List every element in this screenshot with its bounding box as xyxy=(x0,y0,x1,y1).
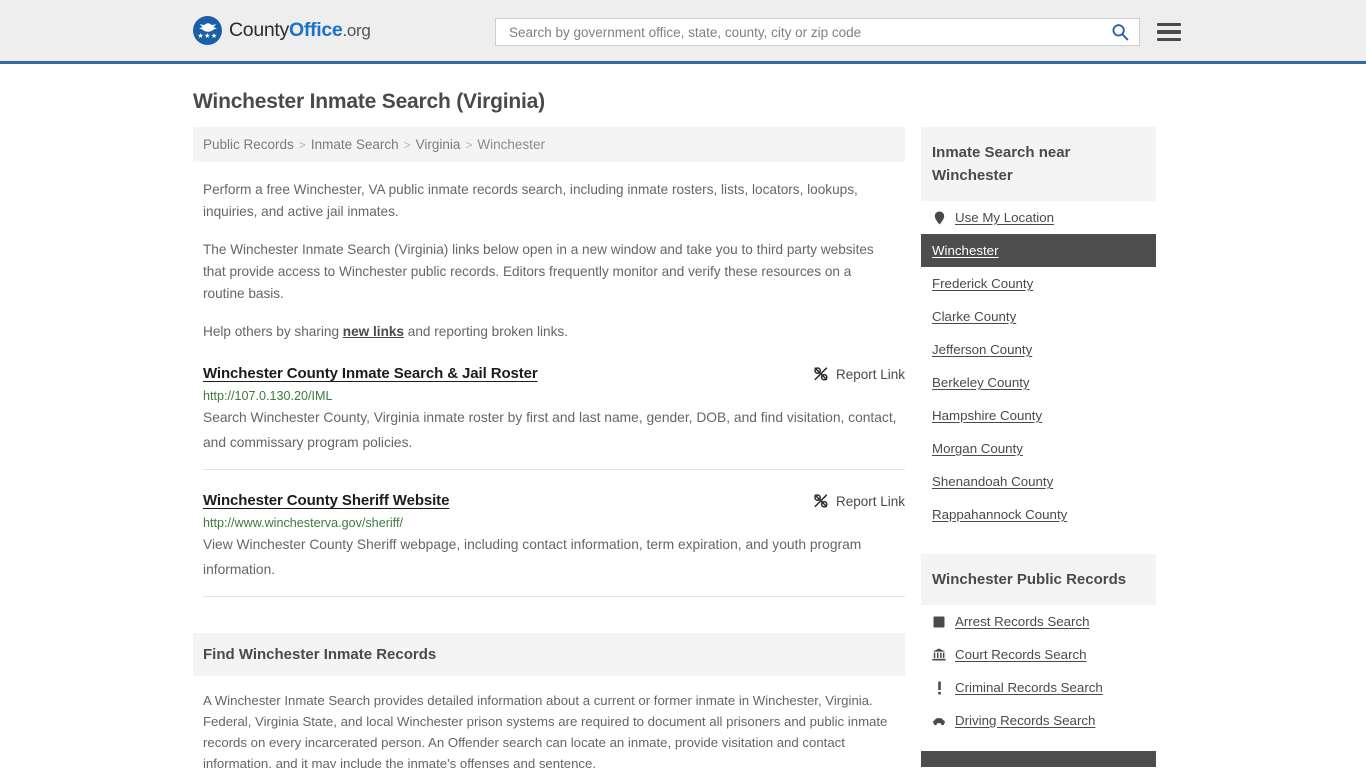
hamburger-menu-icon[interactable] xyxy=(1157,22,1181,42)
breadcrumb-separator: > xyxy=(298,138,306,152)
sidebar-link[interactable]: Criminal Records Search xyxy=(955,680,1103,695)
exclamation-mark-icon xyxy=(932,681,946,695)
sidebar-link[interactable]: Frederick County xyxy=(932,276,1033,291)
sidebar-link[interactable]: Rappahannock County xyxy=(932,507,1067,522)
sidebar-link[interactable]: Arrest Records Search xyxy=(955,614,1090,629)
three-stars-icon: ★★★ xyxy=(197,32,218,40)
new-links-link[interactable]: new links xyxy=(343,324,404,339)
page-container: Winchester Inmate Search (Virginia) Publ… xyxy=(0,90,1366,768)
intro-paragraph-3: Help others by sharing new links and rep… xyxy=(203,321,895,343)
breadcrumb-separator: > xyxy=(465,138,473,152)
header-search-area xyxy=(495,18,1181,46)
find-records-body: A Winchester Inmate Search provides deta… xyxy=(193,690,905,768)
hamburger-bar xyxy=(1157,30,1181,34)
hamburger-bar xyxy=(1157,22,1181,27)
find-records-paragraph: A Winchester Inmate Search provides deta… xyxy=(203,693,888,768)
result-item: Winchester County Sheriff Website Report… xyxy=(203,492,905,597)
sidebar-item-rappahannock-county[interactable]: Rappahannock County xyxy=(921,498,1156,531)
search-button[interactable] xyxy=(1109,21,1131,43)
site-logo[interactable]: ★★★ CountyOffice.org xyxy=(193,0,371,63)
sidebar-item-court-records[interactable]: Court Records Search xyxy=(921,638,1156,671)
sidebar-item-frederick-county[interactable]: Frederick County xyxy=(921,267,1156,300)
sidebar-nearby-list: Use My Location Winchester Frederick Cou… xyxy=(921,201,1156,531)
result-header: Winchester County Inmate Search & Jail R… xyxy=(203,365,905,382)
logo-wordmark: CountyOffice.org xyxy=(229,19,371,42)
intro-paragraph-1: Perform a free Winchester, VA public inm… xyxy=(203,182,858,219)
result-item: Winchester County Inmate Search & Jail R… xyxy=(203,365,905,470)
logo-text-office: Office xyxy=(289,19,343,41)
eagle-icon xyxy=(198,23,217,32)
sidebar-link[interactable]: Shenandoah County xyxy=(932,474,1053,489)
sidebar-link[interactable]: Berkeley County xyxy=(932,375,1030,390)
sidebar-link[interactable]: Hampshire County xyxy=(932,408,1042,423)
result-description: Search Winchester County, Virginia inmat… xyxy=(203,410,897,450)
breadcrumb-item-winchester: Winchester xyxy=(477,137,545,152)
sidebar-bottom-panel[interactable] xyxy=(921,751,1156,767)
result-title-link[interactable]: Winchester County Sheriff Website xyxy=(203,492,449,509)
map-pin-icon xyxy=(932,211,946,225)
car-icon xyxy=(932,714,946,728)
sidebar-link[interactable]: Jefferson County xyxy=(932,342,1032,357)
courthouse-bank-icon xyxy=(932,648,946,662)
result-url: http://107.0.130.20/IML xyxy=(203,389,333,403)
sidebar-item-winchester[interactable]: Winchester xyxy=(921,234,1156,267)
breadcrumb-item-inmate-search[interactable]: Inmate Search xyxy=(311,137,399,152)
sidebar-public-records-list: Arrest Records Search Court Records Sear… xyxy=(921,605,1156,737)
report-link-label: Report Link xyxy=(835,493,905,509)
sidebar: Inmate Search near Winchester Use My Loc… xyxy=(921,127,1156,767)
content-columns: Public Records > Inmate Search > Virginia > Wi… xyxy=(193,127,1176,768)
site-header: ★★★ CountyOffice.org xyxy=(0,0,1366,64)
sidebar-link[interactable]: Use My Location xyxy=(955,210,1054,225)
sidebar-link[interactable]: Clarke County xyxy=(932,309,1016,324)
sidebar-link[interactable]: Driving Records Search xyxy=(955,713,1095,728)
search-input[interactable] xyxy=(507,19,1109,45)
search-box[interactable] xyxy=(495,18,1140,46)
sidebar-item-driving-records[interactable]: Driving Records Search xyxy=(921,704,1156,737)
sidebar-link[interactable]: Morgan County xyxy=(932,441,1023,456)
report-link-button[interactable]: Report Link xyxy=(813,492,905,509)
intro-paragraph-2: The Winchester Inmate Search (Virginia) … xyxy=(203,242,874,301)
sidebar-item-criminal-records[interactable]: Criminal Records Search xyxy=(921,671,1156,704)
intro-text: Perform a free Winchester, VA public inm… xyxy=(193,179,905,343)
broken-link-icon xyxy=(814,367,828,381)
intro-share-suffix: and reporting broken links. xyxy=(404,324,568,339)
main-column: Public Records > Inmate Search > Virginia > Wi… xyxy=(193,127,905,768)
report-link-button[interactable]: Report Link xyxy=(813,365,905,382)
breadcrumb-item-virginia[interactable]: Virginia xyxy=(416,137,461,152)
breadcrumb: Public Records > Inmate Search > Virginia > Wi… xyxy=(193,127,905,162)
report-link-label: Report Link xyxy=(835,366,905,382)
logo-text-county: County xyxy=(229,19,289,41)
page-title: Winchester Inmate Search (Virginia) xyxy=(193,90,545,113)
broken-link-icon xyxy=(814,494,828,508)
sidebar-item-use-my-location[interactable]: Use My Location xyxy=(921,201,1156,234)
breadcrumb-separator: > xyxy=(403,138,411,152)
result-header: Winchester County Sheriff Website Report… xyxy=(203,492,905,509)
sidebar-item-hampshire-county[interactable]: Hampshire County xyxy=(921,399,1156,432)
intro-share-prefix: Help others by sharing xyxy=(203,324,343,339)
sidebar-link[interactable]: Court Records Search xyxy=(955,647,1087,662)
eagle-stars-seal-icon: ★★★ xyxy=(193,16,222,45)
breadcrumb-item-public-records[interactable]: Public Records xyxy=(203,137,294,152)
result-url: http://www.winchesterva.gov/sheriff/ xyxy=(203,516,403,530)
search-icon xyxy=(1112,24,1129,41)
sidebar-nearby-heading: Inmate Search near Winchester xyxy=(921,127,1156,201)
logo-text-org: .org xyxy=(342,21,371,40)
fingerprint-square-icon xyxy=(932,615,946,629)
result-title-link[interactable]: Winchester County Inmate Search & Jail R… xyxy=(203,365,538,382)
sidebar-public-records-heading: Winchester Public Records xyxy=(921,554,1156,605)
sidebar-item-jefferson-county[interactable]: Jefferson County xyxy=(921,333,1156,366)
sidebar-item-arrest-records[interactable]: Arrest Records Search xyxy=(921,605,1156,638)
find-records-heading: Find Winchester Inmate Records xyxy=(193,633,905,676)
sidebar-item-morgan-county[interactable]: Morgan County xyxy=(921,432,1156,465)
result-description: View Winchester County Sheriff webpage, … xyxy=(203,537,862,577)
hamburger-bar xyxy=(1157,37,1181,42)
sidebar-item-clarke-county[interactable]: Clarke County xyxy=(921,300,1156,333)
sidebar-item-berkeley-county[interactable]: Berkeley County xyxy=(921,366,1156,399)
sidebar-item-shenandoah-county[interactable]: Shenandoah County xyxy=(921,465,1156,498)
sidebar-link[interactable]: Winchester xyxy=(932,243,999,258)
